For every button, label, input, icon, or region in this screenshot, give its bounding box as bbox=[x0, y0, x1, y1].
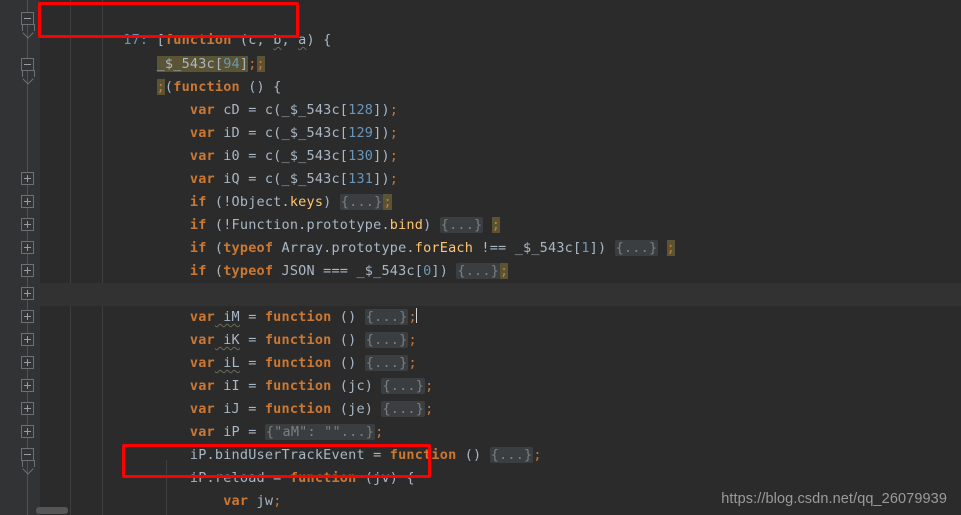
fold-plus-v bbox=[27, 175, 28, 182]
horizontal-scrollbar-thumb[interactable] bbox=[36, 507, 68, 514]
code-line[interactable]: ;(function () { bbox=[40, 53, 961, 95]
fold-collapsed-icon[interactable] bbox=[21, 425, 34, 438]
code-text-area[interactable]: 17: [function (c, b, a) { _$_543c[94];; … bbox=[40, 0, 961, 515]
fold-plus-v bbox=[27, 244, 28, 251]
code-line[interactable]: if (!Object.keys) {...}; bbox=[40, 168, 961, 210]
fold-collapsed-icon[interactable] bbox=[21, 172, 34, 185]
code-line[interactable]: iP.reload = function (jv) { bbox=[40, 444, 961, 486]
editor-gutter bbox=[0, 0, 40, 515]
fold-minus-glyph bbox=[24, 64, 31, 65]
fold-plus-v bbox=[27, 198, 28, 205]
fold-expanded-icon[interactable] bbox=[21, 448, 35, 475]
fold-collapsed-icon[interactable] bbox=[21, 241, 34, 254]
fold-collapsed-icon[interactable] bbox=[21, 218, 34, 231]
fold-collapsed-icon[interactable] bbox=[21, 379, 34, 392]
fold-plus-v bbox=[27, 267, 28, 274]
fold-plus-v bbox=[27, 290, 28, 297]
code-line[interactable]: var i0 = c(_$_543c[130]); bbox=[40, 122, 961, 164]
fold-minus-glyph bbox=[24, 454, 31, 455]
code-line[interactable]: iP.bindUserTrackEvent = function () {...… bbox=[40, 421, 961, 463]
code-line[interactable]: 17: [function (c, b, a) { bbox=[40, 6, 961, 48]
fold-expanded-icon[interactable] bbox=[21, 12, 35, 39]
fold-collapsed-icon[interactable] bbox=[21, 195, 34, 208]
fold-plus-v bbox=[27, 405, 28, 412]
fold-collapsed-icon[interactable] bbox=[21, 287, 34, 300]
fold-collapsed-icon[interactable] bbox=[21, 402, 34, 415]
code-line[interactable]: var iK = function () {...}; bbox=[40, 306, 961, 348]
code-line[interactable]: var jw; bbox=[40, 467, 961, 509]
code-line-current[interactable]: var iM = function () {...}; bbox=[40, 283, 961, 325]
code-line[interactable]: var iI = function (jc) {...}; bbox=[40, 352, 961, 394]
code-line[interactable]: var iJ = function (je) {...}; bbox=[40, 375, 961, 417]
code-line[interactable]: var iD = c(_$_543c[129]); bbox=[40, 99, 961, 141]
fold-plus-v bbox=[27, 221, 28, 228]
code-line[interactable]: if (typeof JSON === _$_543c[0]) {...}; bbox=[40, 237, 961, 279]
code-line[interactable]: var iN = function () {...}; bbox=[40, 260, 961, 302]
code-editor[interactable]: 17: [function (c, b, a) { _$_543c[94];; … bbox=[0, 0, 961, 515]
code-line[interactable]: var iL = function () {...}; bbox=[40, 329, 961, 371]
fold-plus-v bbox=[27, 336, 28, 343]
code-line[interactable]: if (!Function.prototype.bind) {...} ; bbox=[40, 191, 961, 233]
code-line[interactable]: _$_543c[94];; bbox=[40, 30, 961, 72]
fold-collapsed-icon[interactable] bbox=[21, 356, 34, 369]
fold-plus-v bbox=[27, 382, 28, 389]
fold-plus-v bbox=[27, 428, 28, 435]
fold-plus-v bbox=[27, 313, 28, 320]
code-line[interactable]: if (typeof Array.prototype.forEach !== _… bbox=[40, 214, 961, 256]
code-line[interactable]: var iP = {"aM": ""...}; bbox=[40, 398, 961, 440]
fold-collapsed-icon[interactable] bbox=[21, 310, 34, 323]
code-line[interactable]: var iQ = c(_$_543c[131]); bbox=[40, 145, 961, 187]
fold-plus-v bbox=[27, 359, 28, 366]
code-line[interactable]: var cD = c(_$_543c[128]); bbox=[40, 76, 961, 118]
fold-collapsed-icon[interactable] bbox=[21, 333, 34, 346]
fold-minus-glyph bbox=[24, 18, 31, 19]
fold-expanded-icon[interactable] bbox=[21, 58, 35, 85]
watermark-url: https://blog.csdn.net/qq_26079939 bbox=[721, 491, 947, 507]
fold-collapsed-icon[interactable] bbox=[21, 264, 34, 277]
